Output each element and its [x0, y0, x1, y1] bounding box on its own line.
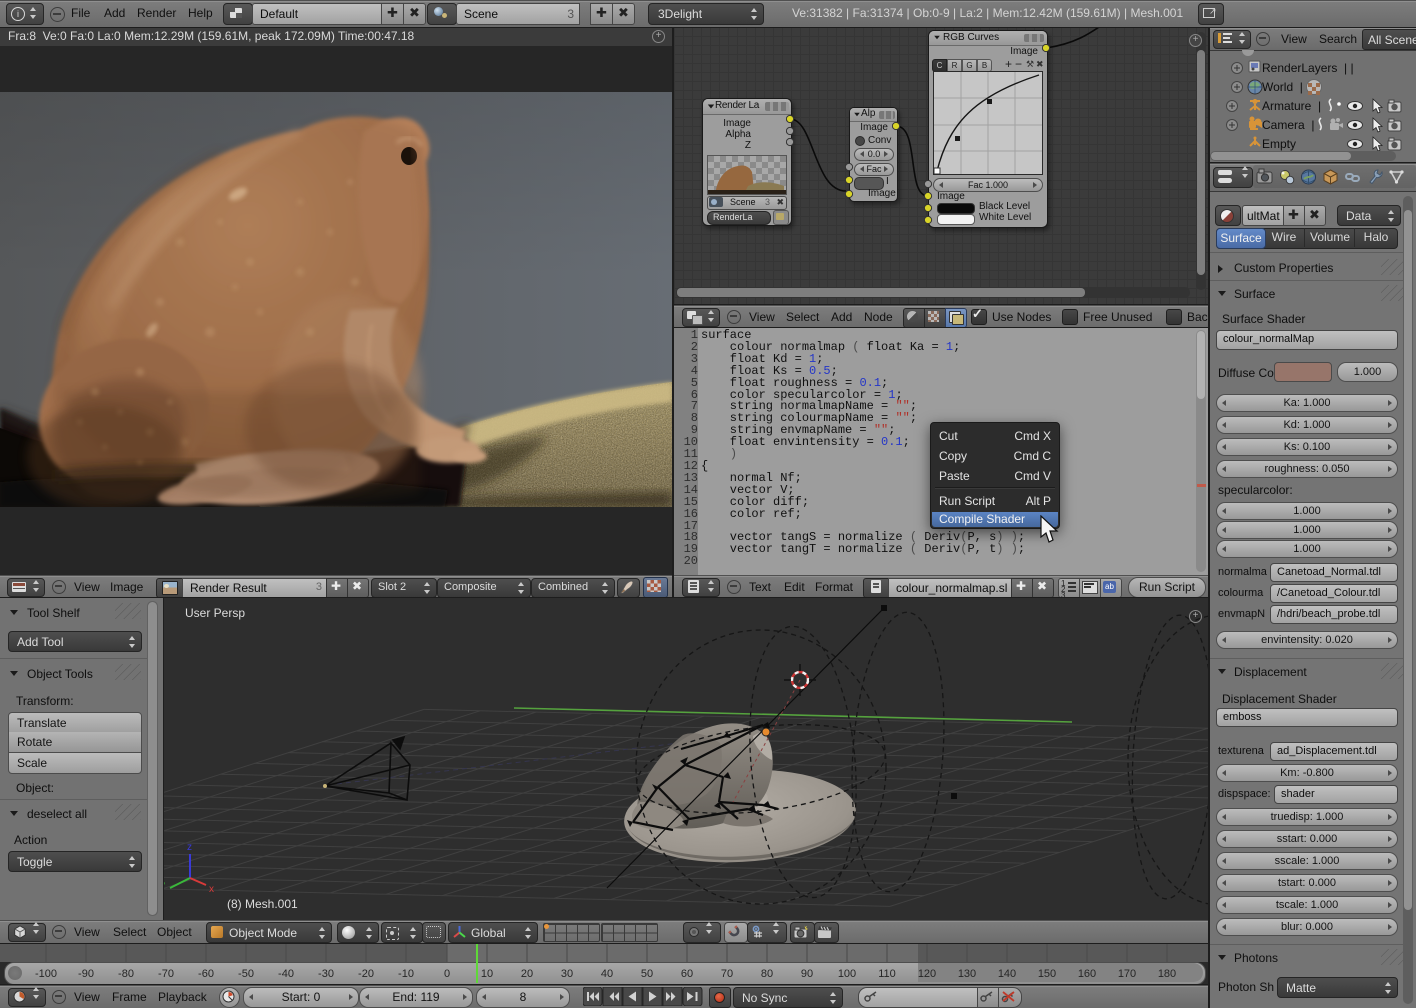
svg-text:-30: -30 [318, 968, 334, 980]
svg-text:40: 40 [601, 968, 613, 980]
svg-text:60: 60 [681, 968, 693, 980]
svg-text:0: 0 [444, 968, 450, 980]
svg-text:20: 20 [521, 968, 533, 980]
svg-text:130: 130 [958, 968, 976, 980]
svg-text:-50: -50 [238, 968, 254, 980]
svg-text:10: 10 [481, 968, 493, 980]
svg-text:120: 120 [918, 968, 936, 980]
svg-text:-20: -20 [358, 968, 374, 980]
svg-text:-80: -80 [118, 968, 134, 980]
svg-text:110: 110 [878, 968, 896, 980]
svg-text:140: 140 [998, 968, 1016, 980]
svg-text:70: 70 [721, 968, 733, 980]
svg-text:x: x [209, 884, 214, 895]
svg-text:50: 50 [641, 968, 653, 980]
svg-text:-100: -100 [35, 968, 57, 980]
svg-text:170: 170 [1118, 968, 1136, 980]
svg-text:30: 30 [561, 968, 573, 980]
svg-text:90: 90 [801, 968, 813, 980]
svg-text:-60: -60 [198, 968, 214, 980]
svg-text:100: 100 [838, 968, 856, 980]
svg-text:-70: -70 [158, 968, 174, 980]
svg-text:150: 150 [1038, 968, 1056, 980]
svg-text:80: 80 [761, 968, 773, 980]
svg-text:z: z [187, 842, 192, 853]
svg-text:-40: -40 [278, 968, 294, 980]
svg-text:160: 160 [1078, 968, 1096, 980]
svg-text:-90: -90 [78, 968, 94, 980]
svg-text:180: 180 [1158, 968, 1176, 980]
svg-text:-10: -10 [398, 968, 414, 980]
